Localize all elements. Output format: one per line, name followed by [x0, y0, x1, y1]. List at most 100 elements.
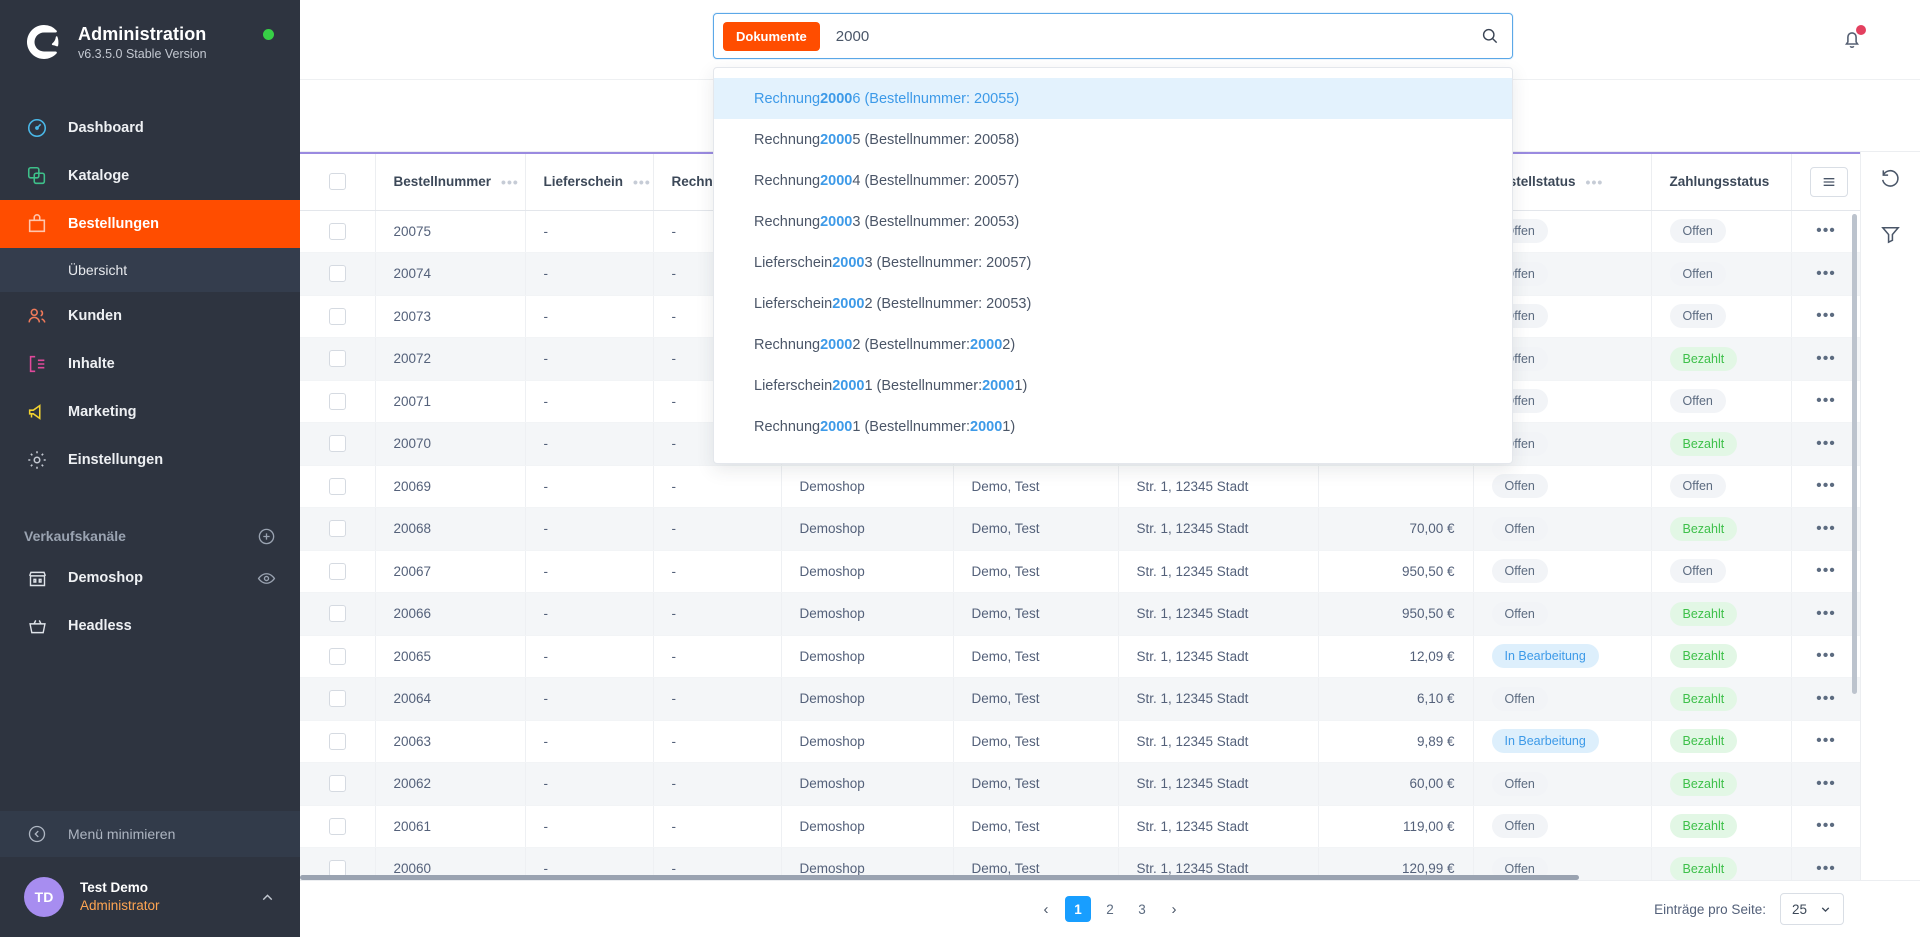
minimize-menu-button[interactable]: Menü minimieren [0, 811, 300, 857]
row-actions-icon[interactable]: ••• [1816, 477, 1836, 494]
row-checkbox[interactable] [328, 265, 346, 283]
table-row[interactable]: 20065- - Demoshop Demo, Test Str. 1, 12345 S… [300, 635, 1860, 678]
row-checkbox[interactable] [328, 732, 346, 750]
filter-icon[interactable] [1879, 223, 1902, 246]
row-actions-icon[interactable]: ••• [1816, 690, 1836, 707]
row-actions-icon[interactable]: ••• [1816, 817, 1836, 834]
sidebar-item-bestellungen[interactable]: Bestellungen [0, 200, 300, 248]
sidebar-channel-headless[interactable]: Headless [0, 602, 300, 650]
page-button-3[interactable]: 3 [1129, 896, 1155, 922]
sidebar-subitem-uebersicht[interactable]: Übersicht [0, 248, 300, 292]
row-checkbox[interactable] [328, 647, 346, 665]
table-row[interactable]: 20068- - Demoshop Demo, Test Str. 1, 12345 S… [300, 507, 1860, 551]
row-checkbox[interactable] [328, 690, 346, 708]
row-checkbox[interactable] [328, 477, 346, 495]
payment-status-badge: Offen [1669, 559, 1726, 584]
column-header-zahlungsstatus[interactable]: Zahlungsstatus [1651, 154, 1792, 211]
table-row[interactable]: 20069- - Demoshop Demo, Test Str. 1, 12345 S… [300, 465, 1860, 508]
add-sales-channel-icon[interactable] [257, 527, 276, 546]
page-button-1[interactable]: 1 [1065, 896, 1091, 922]
search-input[interactable] [819, 27, 1472, 45]
search-bar[interactable]: Dokumente [713, 13, 1513, 59]
search-result-item[interactable]: Rechnung 2000 2 (Bestellnummer: 2000 2) [714, 324, 1512, 365]
cell-bestellstatus: Offen [1473, 762, 1652, 806]
column-menu-icon[interactable]: ••• [501, 174, 519, 190]
page-button-2[interactable]: 2 [1097, 896, 1123, 922]
prev-page-button[interactable]: ‹ [1033, 896, 1059, 922]
right-toolbar [1860, 152, 1920, 880]
table-row[interactable]: 20064- - Demoshop Demo, Test Str. 1, 12345 S… [300, 677, 1860, 721]
row-checkbox[interactable] [328, 392, 346, 410]
search-result-item[interactable]: Rechnung 2000 3 (Bestellnummer: 20053) [714, 201, 1512, 242]
row-actions-icon[interactable]: ••• [1816, 732, 1836, 749]
row-checkbox[interactable] [328, 562, 346, 580]
select-all-checkbox[interactable] [328, 173, 346, 191]
table-row[interactable]: 20067- - Demoshop Demo, Test Str. 1, 12345 S… [300, 550, 1860, 593]
row-actions-icon[interactable]: ••• [1816, 860, 1836, 877]
column-header-bestellnummer[interactable]: Bestellnummer ••• [375, 154, 526, 211]
row-checkbox[interactable] [328, 307, 346, 325]
row-actions-icon[interactable]: ••• [1816, 350, 1836, 367]
search-result-item[interactable]: Rechnung 2000 5 (Bestellnummer: 20058) [714, 119, 1512, 160]
preview-eye-icon[interactable] [257, 569, 276, 588]
search-result-item[interactable]: Lieferschein 2000 2 (Bestellnummer: 20053… [714, 283, 1512, 324]
row-checkbox[interactable] [328, 605, 346, 623]
sidebar-item-dashboard[interactable]: Dashboard [0, 104, 300, 152]
sidebar-channel-demoshop[interactable]: Demoshop [0, 554, 300, 602]
dashboard-icon [24, 117, 50, 139]
column-menu-icon[interactable]: ••• [633, 174, 651, 190]
sidebar-item-kataloge[interactable]: Kataloge [0, 152, 300, 200]
row-checkbox[interactable] [328, 435, 346, 453]
vertical-scrollbar[interactable] [1852, 214, 1857, 694]
refresh-icon[interactable] [1879, 166, 1902, 189]
bell-icon[interactable] [1840, 25, 1866, 56]
search-result-item[interactable]: Rechnung 2000 1 (Bestellnummer: 2000 1) [714, 406, 1512, 447]
sidebar-subitem-label: Übersicht [68, 262, 128, 278]
table-row[interactable]: 20066- - Demoshop Demo, Test Str. 1, 12345 S… [300, 592, 1860, 636]
search-result-item[interactable]: Lieferschein 2000 3 (Bestellnummer: 20057… [714, 242, 1512, 283]
sidebar-item-inhalte[interactable]: Inhalte [0, 340, 300, 388]
search-result-item[interactable]: Rechnung 2000 6 (Bestellnummer: 20055) [714, 78, 1512, 119]
row-actions-icon[interactable]: ••• [1816, 307, 1836, 324]
sidebar-item-marketing[interactable]: Marketing [0, 388, 300, 436]
column-header-lieferschein[interactable]: Lieferschein ••• [525, 154, 654, 211]
sidebar-item-kunden[interactable]: Kunden [0, 292, 300, 340]
table-row[interactable]: 20062- - Demoshop Demo, Test Str. 1, 12345 S… [300, 762, 1860, 806]
next-page-button[interactable]: › [1161, 896, 1187, 922]
status-badge: Offen [1491, 516, 1548, 541]
cell-rechnung: - [653, 465, 782, 508]
search-icon[interactable] [1472, 26, 1500, 46]
row-actions-icon[interactable]: ••• [1816, 222, 1836, 239]
user-profile-button[interactable]: TD Test Demo Administrator [0, 857, 300, 937]
cell-gesamtwert: 70,00 € [1318, 507, 1474, 551]
row-checkbox[interactable] [328, 222, 346, 240]
search-result-item[interactable]: Rechnung 2000 4 (Bestellnummer: 20057) [714, 160, 1512, 201]
sidebar-item-einstellungen[interactable]: Einstellungen [0, 436, 300, 484]
table-row[interactable]: 20063- - Demoshop Demo, Test Str. 1, 12345 S… [300, 720, 1860, 763]
cell-lieferschein: - [525, 592, 654, 636]
search-scope-button[interactable]: Dokumente [723, 21, 820, 51]
column-settings-icon[interactable] [1809, 166, 1848, 197]
row-actions-icon[interactable]: ••• [1816, 435, 1836, 452]
row-checkbox[interactable] [328, 775, 346, 793]
search-result-item[interactable]: Lieferschein 2000 1 (Bestellnummer: 2000 1… [714, 365, 1512, 406]
per-page-select[interactable]: 25 [1779, 893, 1844, 925]
cell-kunde: Demo, Test [953, 762, 1119, 806]
row-actions-icon[interactable]: ••• [1816, 605, 1836, 622]
row-actions-icon[interactable]: ••• [1816, 775, 1836, 792]
row-actions-icon[interactable]: ••• [1816, 647, 1836, 664]
payment-status-badge: Offen [1669, 389, 1726, 414]
row-actions-icon[interactable]: ••• [1816, 520, 1836, 537]
row-checkbox[interactable] [328, 817, 346, 835]
row-actions-icon[interactable]: ••• [1816, 562, 1836, 579]
table-row[interactable]: 20061- - Demoshop Demo, Test Str. 1, 12345 S… [300, 805, 1860, 848]
chevron-up-icon[interactable] [259, 889, 276, 906]
column-menu-icon[interactable]: ••• [1586, 174, 1604, 190]
cell-row-actions: ••• [1791, 337, 1860, 381]
row-actions-icon[interactable]: ••• [1816, 392, 1836, 409]
cell-bestellstatus: In Bearbeitung [1473, 635, 1652, 678]
row-actions-icon[interactable]: ••• [1816, 265, 1836, 282]
row-checkbox[interactable] [328, 350, 346, 368]
row-checkbox[interactable] [328, 520, 346, 538]
row-select-cell [300, 337, 376, 381]
